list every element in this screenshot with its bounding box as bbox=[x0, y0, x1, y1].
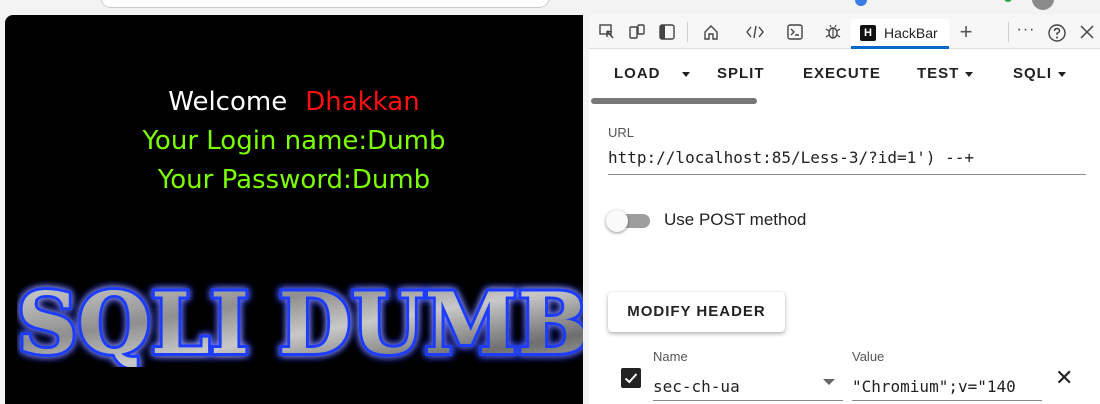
tab-hackbar-label: HackBar bbox=[884, 25, 938, 41]
new-tab-plus-icon[interactable]: + bbox=[956, 21, 976, 43]
chevron-down-icon bbox=[965, 71, 974, 77]
password-text: Your Password:Dumb bbox=[157, 165, 431, 195]
execute-button[interactable]: EXECUTE bbox=[803, 65, 881, 82]
chevron-down-icon[interactable] bbox=[823, 379, 835, 385]
header-value-text: "Chromium";v="140 bbox=[852, 377, 1016, 396]
login-name-text: Your Login name:Dumb bbox=[142, 126, 446, 156]
browser-chrome-strip bbox=[0, 0, 1100, 10]
close-icon[interactable] bbox=[1077, 23, 1097, 43]
welcome-line: Welcome Dhakkan bbox=[5, 87, 583, 117]
hackbar-toolbar: LOAD SPLIT EXECUTE TEST SQLI bbox=[589, 51, 1100, 99]
modify-header-button[interactable]: MODIFY HEADER bbox=[608, 292, 785, 332]
address-bar[interactable] bbox=[100, 0, 550, 8]
header-value-label: Value bbox=[852, 349, 885, 364]
tab-separator bbox=[1008, 22, 1009, 42]
sqli-menu-button[interactable]: SQLI bbox=[1013, 65, 1067, 82]
extension-icon[interactable] bbox=[855, 0, 867, 6]
devtools-panel: H HackBar + ··· LOAD SPLIT EXECUTE TEST … bbox=[589, 15, 1100, 404]
dock-side-icon[interactable] bbox=[657, 23, 677, 43]
split-button[interactable]: SPLIT bbox=[717, 65, 765, 82]
profile-avatar[interactable] bbox=[1032, 0, 1054, 10]
tab-separator bbox=[687, 22, 688, 42]
test-menu-label: TEST bbox=[917, 65, 960, 82]
post-method-label: Use POST method bbox=[664, 210, 807, 229]
welcome-home-icon[interactable] bbox=[701, 23, 721, 43]
chevron-down-icon bbox=[1058, 71, 1067, 77]
inspect-icon[interactable] bbox=[597, 23, 617, 43]
url-label: URL bbox=[608, 125, 635, 140]
help-icon[interactable] bbox=[1047, 23, 1067, 43]
checkmark-icon bbox=[624, 373, 638, 384]
load-dropdown-button[interactable] bbox=[682, 65, 690, 82]
hackbar-logo-icon: H bbox=[860, 25, 876, 41]
header-name-value: sec-ch-ua bbox=[653, 377, 740, 396]
url-input[interactable]: http://localhost:85/Less-3/?id=1') --+ bbox=[608, 143, 1086, 175]
header-value-input[interactable]: "Chromium";v="140 bbox=[852, 369, 1042, 401]
post-method-toggle-thumb[interactable] bbox=[606, 210, 628, 232]
welcome-name: Dhakkan bbox=[305, 87, 420, 117]
test-menu-button[interactable]: TEST bbox=[917, 65, 974, 82]
toolbar-scrollbar[interactable] bbox=[591, 98, 757, 104]
header-enabled-checkbox[interactable] bbox=[621, 368, 641, 388]
header-name-select[interactable]: sec-ch-ua bbox=[653, 369, 843, 401]
sqli-dumb-banner: SQLI DUMB bbox=[17, 277, 583, 367]
device-emulation-icon[interactable] bbox=[627, 23, 647, 43]
header-name-label: Name bbox=[653, 349, 688, 364]
console-icon[interactable] bbox=[785, 23, 805, 43]
welcome-label: Welcome bbox=[168, 87, 288, 117]
sources-debug-icon[interactable] bbox=[823, 23, 843, 43]
elements-icon[interactable] bbox=[745, 23, 765, 43]
load-button[interactable]: LOAD bbox=[614, 65, 661, 82]
banner-text: SQLI DUMB bbox=[17, 277, 583, 367]
tab-hackbar[interactable]: H HackBar bbox=[851, 19, 949, 49]
devtools-tab-bar: H HackBar + ··· bbox=[589, 15, 1100, 49]
more-options-icon[interactable]: ··· bbox=[1016, 22, 1036, 43]
chevron-down-icon bbox=[682, 71, 690, 77]
sqli-menu-label: SQLI bbox=[1013, 65, 1053, 82]
remove-header-icon[interactable]: ✕ bbox=[1055, 367, 1073, 389]
web-page-viewport: Welcome Dhakkan Your Login name:Dumb Your… bbox=[5, 15, 583, 404]
status-dot-icon bbox=[1004, 0, 1012, 2]
